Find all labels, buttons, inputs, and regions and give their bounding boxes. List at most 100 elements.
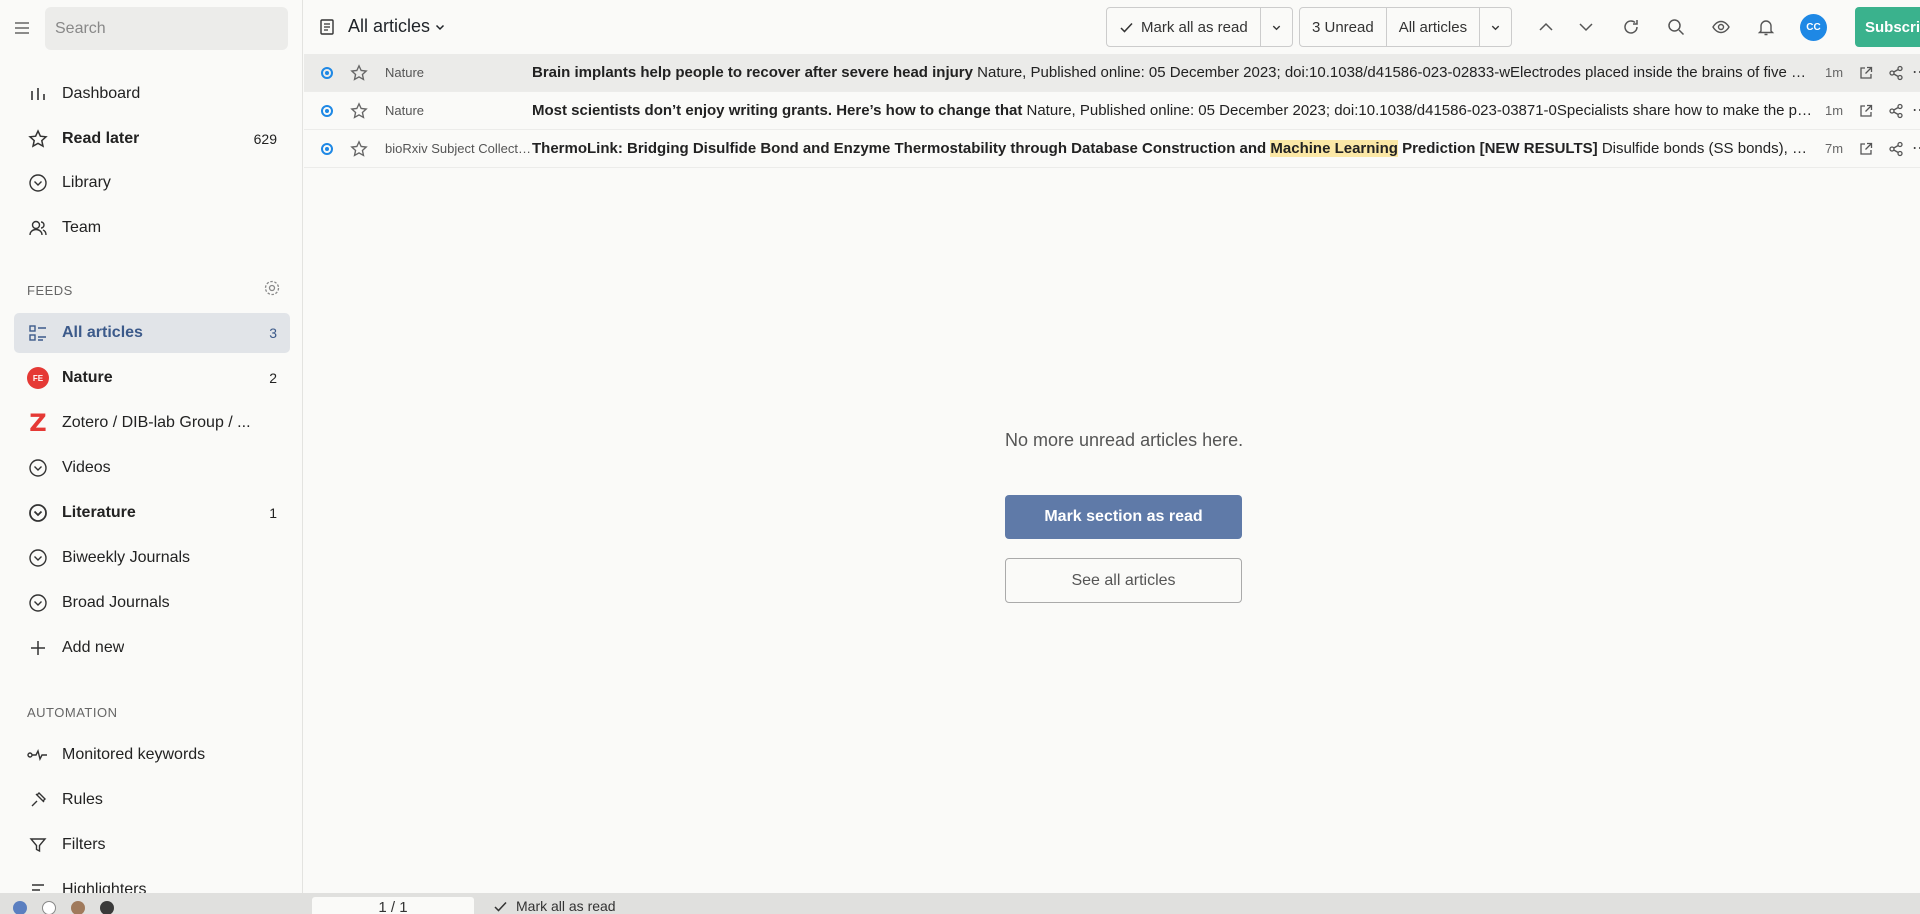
article-text: ThermoLink: Bridging Disulfide Bond and … (532, 140, 1814, 157)
chevron-down-icon[interactable] (1576, 17, 1596, 37)
refresh-icon[interactable] (1621, 17, 1641, 37)
mark-all-read-label: Mark all as read (1141, 18, 1248, 36)
sidebar-item-label: Team (62, 219, 102, 236)
chevron-down-icon (434, 21, 446, 33)
article-list: Nature Brain implants help people to rec… (304, 54, 1920, 168)
article-source: bioRxiv Subject Collection (385, 141, 531, 156)
mark-section-read-button[interactable]: Mark section as read (1005, 495, 1242, 539)
unread-count-label: 3 Unread (1312, 18, 1374, 36)
rules-icon (27, 789, 49, 811)
unread-toggle-button[interactable]: 3 Unread (1300, 8, 1386, 46)
sidebar-item-label: Highlighters (62, 881, 147, 893)
sidebar-item-monitored-keywords[interactable]: Monitored keywords (14, 735, 290, 775)
sidebar-item-literature[interactable]: Literature 1 (14, 493, 290, 533)
check-icon (493, 899, 508, 914)
mark-all-read-options-button[interactable] (1259, 8, 1292, 46)
highlighter-icon (27, 879, 49, 893)
nature-badge-icon: FE (27, 367, 49, 389)
sidebar-item-team[interactable]: Team (14, 208, 290, 248)
more-options-icon[interactable]: ⋯ (1912, 100, 1920, 120)
unread-count: 2 (269, 370, 277, 386)
article-snippet: Nature, Published online: 05 December 20… (1026, 102, 1815, 119)
share-icon[interactable] (1888, 103, 1904, 119)
chevron-down-icon (1490, 22, 1501, 33)
chevron-circle-icon (27, 172, 49, 194)
sidebar-item-read-later[interactable]: Read later 629 (14, 119, 290, 159)
gear-icon[interactable] (263, 279, 281, 297)
article-row[interactable]: Nature Brain implants help people to rec… (304, 54, 1920, 92)
sidebar-item-biweekly-journals[interactable]: Biweekly Journals (14, 538, 290, 578)
chevron-up-icon[interactable] (1536, 17, 1556, 37)
external-link-icon[interactable] (1859, 104, 1873, 118)
feeds-section-title: FEEDS (27, 283, 73, 298)
team-icon (27, 217, 49, 239)
article-source: Nature (385, 65, 425, 80)
unread-radio[interactable] (321, 143, 333, 155)
unread-radio[interactable] (321, 67, 333, 79)
sidebar-item-label: Biweekly Journals (62, 549, 191, 566)
article-title-part: ThermoLink: Bridging Disulfide Bond and … (532, 140, 1271, 157)
eye-icon[interactable] (1711, 17, 1731, 37)
sidebar-item-label: All articles (62, 324, 143, 341)
star-icon[interactable] (350, 102, 368, 120)
dashboard-icon (27, 83, 49, 105)
search-icon[interactable] (1666, 17, 1686, 37)
sidebar-item-videos[interactable]: Videos (14, 448, 290, 488)
subscribe-button[interactable]: Subscribe (1855, 7, 1920, 47)
sidebar-item-rules[interactable]: Rules (14, 780, 290, 820)
article-title: ThermoLink: Bridging Disulfide Bond and … (532, 140, 1598, 157)
theme-color-swatch[interactable] (13, 901, 27, 914)
sidebar-item-label: Zotero / DIB-lab Group / ... (62, 414, 251, 431)
share-icon[interactable] (1888, 141, 1904, 157)
sidebar-item-nature[interactable]: FE Nature 2 (14, 358, 290, 398)
unread-count: 629 (253, 131, 277, 147)
article-row[interactable]: Nature Most scientists don’t enjoy writi… (304, 92, 1920, 130)
unread-count: 3 (269, 325, 277, 341)
more-options-icon[interactable]: ⋯ (1912, 62, 1920, 82)
sidebar-item-library[interactable]: Library (14, 163, 290, 203)
external-link-icon[interactable] (1859, 66, 1873, 80)
star-icon[interactable] (350, 64, 368, 82)
add-new-feed-button[interactable]: Add new (14, 628, 290, 668)
sidebar-item-zotero[interactable]: Z Zotero / DIB-lab Group / ... (14, 403, 290, 443)
article-time: 1m (1825, 103, 1844, 118)
theme-color-swatch[interactable] (100, 901, 114, 914)
mark-all-read-label: Mark all as read (516, 898, 616, 914)
chevron-down-icon (1271, 22, 1282, 33)
external-link-icon[interactable] (1859, 142, 1873, 156)
zotero-logo-letter: Z (29, 409, 47, 437)
sidebar-item-dashboard[interactable]: Dashboard (14, 74, 290, 114)
chevron-circle-icon (27, 502, 49, 524)
bottom-mark-all-read-button[interactable]: Mark all as read (493, 898, 616, 914)
sidebar-item-label: Library (62, 174, 111, 191)
sidebar-item-label: Read later (62, 130, 140, 147)
search-placeholder: Search (55, 19, 106, 37)
article-time: 1m (1825, 65, 1844, 80)
search-input[interactable]: Search (45, 7, 288, 50)
article-filter-select[interactable]: All articles (1385, 8, 1479, 46)
article-source: Nature (385, 103, 425, 118)
share-icon[interactable] (1888, 65, 1904, 81)
article-row[interactable]: bioRxiv Subject Collection ThermoLink: B… (304, 130, 1920, 168)
avatar[interactable]: CC (1800, 14, 1827, 41)
sidebar-item-broad-journals[interactable]: Broad Journals (14, 583, 290, 623)
article-snippet: Nature, Published online: 05 December 20… (977, 64, 1814, 81)
sidebar-item-filters[interactable]: Filters (14, 825, 290, 865)
sidebar-item-highlighters[interactable]: Highlighters (14, 870, 290, 893)
see-all-articles-button[interactable]: See all articles (1005, 558, 1242, 603)
mark-all-read-button[interactable]: Mark all as read (1107, 8, 1260, 46)
theme-color-swatch[interactable] (42, 901, 56, 914)
more-options-icon[interactable]: ⋯ (1912, 138, 1920, 158)
star-icon[interactable] (350, 140, 368, 158)
page-indicator[interactable]: 1 / 1 (312, 897, 474, 914)
menu-icon[interactable] (12, 18, 32, 38)
sidebar: Search Dashboard Read later 629 Library … (0, 0, 303, 893)
unread-radio[interactable] (321, 105, 333, 117)
page-title-dropdown[interactable]: All articles (348, 16, 446, 37)
article-filter-dropdown-button[interactable] (1479, 8, 1511, 46)
unread-count: 1 (269, 505, 277, 521)
bell-icon[interactable] (1756, 17, 1776, 37)
bottom-bar: 1 / 1 Mark all as read (0, 893, 1920, 914)
theme-color-swatch[interactable] (71, 901, 85, 914)
sidebar-item-all-articles[interactable]: All articles 3 (14, 313, 290, 353)
